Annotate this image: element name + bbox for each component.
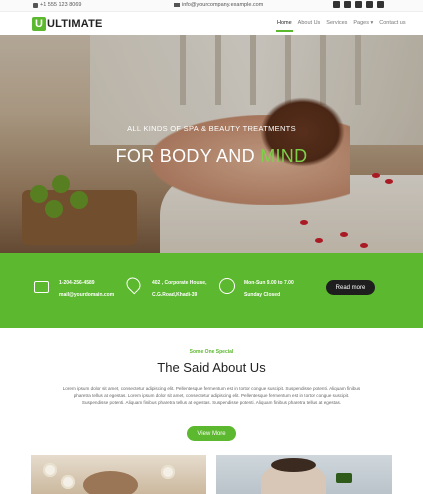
logo-mark: U	[32, 17, 46, 31]
contact-address: 402 , Corporate House, C.G.Road,Khadi-39	[152, 277, 206, 301]
read-more-button[interactable]: Read more	[326, 280, 375, 295]
hero-title-main: FOR BODY AND	[115, 146, 261, 166]
hero-subtitle: ALL KINDS OF SPA & BEAUTY TREATMENTS	[127, 124, 296, 133]
person-hair	[271, 458, 316, 472]
nav-item-about-us[interactable]: About Us	[298, 20, 321, 26]
contact-email[interactable]: mail@yourdomain.com	[59, 289, 114, 301]
nav-item-pages[interactable]: Pages ▾	[353, 20, 373, 26]
main-navbar: U ULTIMATE Home About Us Services Pages …	[0, 11, 423, 35]
hero-overlay	[0, 35, 423, 253]
nav-item-home[interactable]: Home	[276, 20, 293, 32]
top-email[interactable]: info@yourcompany.example.com	[174, 2, 263, 8]
hero-banner: ALL KINDS OF SPA & BEAUTY TREATMENTS FOR…	[0, 35, 423, 253]
chat-icon	[34, 281, 49, 293]
social-links	[333, 1, 384, 8]
nav-menu: Home About Us Services Pages ▾ Contact u…	[276, 20, 412, 32]
hero-title: FOR BODY AND MIND	[0, 146, 423, 167]
logo[interactable]: U ULTIMATE	[32, 17, 103, 31]
spa-bowl	[83, 471, 138, 494]
spa-image-left	[31, 455, 206, 494]
logo-text: ULTIMATE	[47, 18, 103, 30]
contact-phone: 1-204-256-4589	[59, 280, 95, 286]
spa-image-right	[216, 455, 392, 494]
contact-strip: 1-204-256-4589 mail@yourdomain.com 402 ,…	[0, 253, 423, 328]
address-line-1: 402 , Corporate House,	[152, 280, 207, 286]
phone-icon	[33, 2, 38, 8]
cucumber-slice	[336, 473, 352, 483]
mail-icon	[174, 3, 180, 7]
contact-phone-email: 1-204-256-4589 mail@yourdomain.com	[59, 277, 114, 301]
linkedin-icon[interactable]	[355, 1, 362, 8]
nav-item-contact-us[interactable]: Contact us	[379, 20, 405, 26]
youtube-icon[interactable]	[366, 1, 373, 8]
top-email-text[interactable]: info@yourcompany.example.com	[182, 2, 263, 8]
about-text: Lorem ipsum dolor sit amet, consectetur …	[62, 386, 361, 405]
contact-hours: Mon-Sun 9.00 to 7.00 Sunday Closed	[244, 277, 294, 301]
nav-item-services[interactable]: Services	[326, 20, 347, 26]
location-pin-icon	[123, 274, 144, 295]
hours-line-2: Sunday Closed	[244, 292, 281, 298]
twitter-icon[interactable]	[344, 1, 351, 8]
flower-decoration	[61, 475, 75, 489]
top-bar: +1 555 123 8069 info@yourcompany.example…	[0, 0, 423, 11]
hours-line-1: Mon-Sun 9.00 to 7.00	[244, 280, 294, 286]
github-icon[interactable]	[377, 1, 384, 8]
flower-decoration	[161, 465, 175, 479]
view-more-button[interactable]: View More	[187, 426, 236, 441]
top-phone: +1 555 123 8069	[33, 2, 81, 8]
hero-title-accent: MIND	[260, 146, 308, 166]
top-phone-text: +1 555 123 8069	[40, 2, 82, 8]
flower-decoration	[43, 463, 57, 477]
address-line-2: C.G.Road,Khadi-39	[152, 292, 198, 298]
clock-icon	[219, 278, 235, 294]
about-kicker: Some One Special	[189, 349, 234, 355]
about-title: The Said About Us	[157, 360, 266, 375]
facebook-icon[interactable]	[333, 1, 340, 8]
